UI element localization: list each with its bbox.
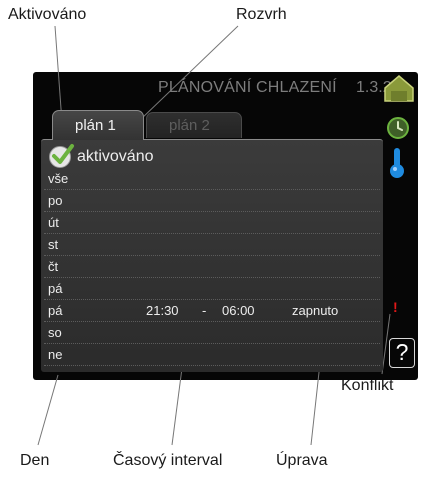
screen-title: PLÁNOVÁNÍ CHLAZENÍ (158, 79, 337, 96)
callout-adjustment: Úprava (276, 452, 328, 469)
day-label: út (48, 215, 59, 230)
day-row-saturday[interactable]: so (44, 322, 380, 344)
day-label: ne (48, 347, 63, 362)
day-row-all[interactable]: vše (44, 168, 380, 190)
day-row-tuesday[interactable]: út (44, 212, 380, 234)
day-row-sunday[interactable]: ne (44, 344, 380, 366)
conflict-icon: ! (393, 299, 398, 315)
day-label: po (48, 193, 63, 208)
day-label: so (48, 325, 62, 340)
day-label: pá (48, 303, 63, 318)
house-icon[interactable] (382, 74, 416, 102)
clock-icon[interactable] (386, 116, 410, 140)
interval-setting[interactable]: zapnuto (292, 303, 338, 318)
interval-end[interactable]: 06:00 (222, 303, 255, 318)
leader-day (37, 374, 59, 446)
interval-separator: - (202, 303, 207, 318)
day-row-wednesday[interactable]: st (44, 234, 380, 256)
help-icon[interactable]: ? (389, 338, 415, 368)
activated-label: aktivováno (77, 148, 154, 165)
day-label: pá (48, 281, 63, 296)
day-label: st (48, 237, 59, 252)
callout-day: Den (20, 452, 50, 469)
callout-schedule: Rozvrh (236, 6, 287, 23)
callout-time-interval: Časový interval (113, 452, 223, 469)
activated-checkbox[interactable]: aktivováno (49, 144, 154, 168)
day-label: vše (48, 171, 69, 186)
day-row-friday[interactable]: pá (44, 278, 380, 300)
check-icon (49, 144, 74, 168)
callout-activated: Aktivováno (8, 6, 87, 23)
day-row-thursday[interactable]: čt (44, 256, 380, 278)
tab-plan-1[interactable]: plán 1 (52, 110, 144, 140)
day-row-monday[interactable]: po (44, 190, 380, 212)
interval-start[interactable]: 21:30 (146, 303, 179, 318)
tab-plan-2[interactable]: plán 2 (146, 112, 242, 138)
thermometer-icon[interactable] (388, 146, 406, 180)
day-row-friday-interval[interactable]: pá 21:30 - 06:00 zapnuto (44, 300, 380, 322)
day-label: čt (48, 259, 59, 274)
